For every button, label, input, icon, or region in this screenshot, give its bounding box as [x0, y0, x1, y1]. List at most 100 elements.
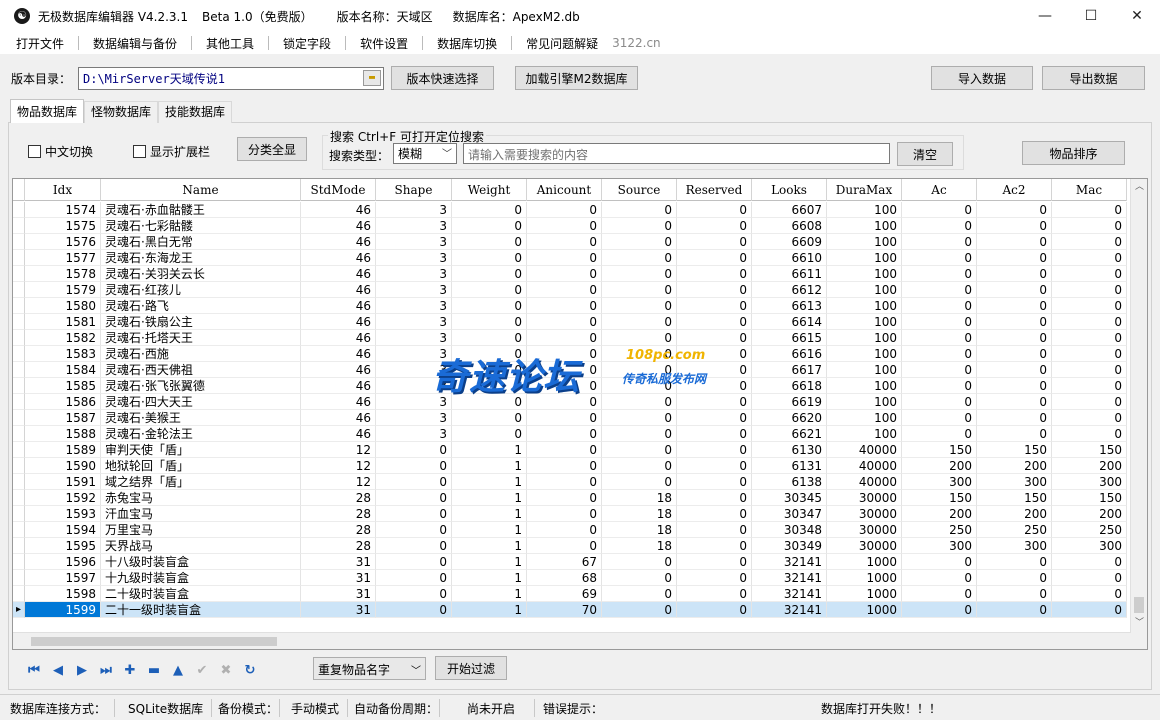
- table-row[interactable]: 1593 汗血宝马 28 0 1 0 18 0 30347 30000 200 200 200: [13, 506, 1131, 522]
- cell-idx[interactable]: 1597: [25, 570, 101, 586]
- cell-stdmode[interactable]: 12: [301, 442, 376, 458]
- cell-stdmode[interactable]: 31: [301, 554, 376, 570]
- cell-shape[interactable]: 3: [376, 346, 452, 362]
- add-record-icon[interactable]: ✚: [118, 660, 142, 680]
- row-selector[interactable]: [13, 586, 25, 602]
- cell-mac[interactable]: 0: [1052, 282, 1127, 298]
- scroll-up-icon[interactable]: ︿: [1131, 179, 1147, 195]
- cell-duramax[interactable]: 100: [827, 378, 902, 394]
- table-row[interactable]: 1598 二十级时装盲盒 31 0 1 69 0 0 32141 1000 0 0 0: [13, 586, 1131, 602]
- cell-reserved[interactable]: 0: [677, 474, 752, 490]
- cell-stdmode[interactable]: 46: [301, 378, 376, 394]
- cell-weight[interactable]: 1: [452, 586, 527, 602]
- cell-duramax[interactable]: 100: [827, 330, 902, 346]
- cell-weight[interactable]: 1: [452, 474, 527, 490]
- cell-ac2[interactable]: 150: [977, 490, 1052, 506]
- cell-source[interactable]: 0: [602, 426, 677, 442]
- cell-shape[interactable]: 3: [376, 314, 452, 330]
- cell-reserved[interactable]: 0: [677, 570, 752, 586]
- cell-ac[interactable]: 0: [902, 602, 977, 618]
- start-filter-button[interactable]: 开始过滤: [435, 656, 507, 680]
- row-selector[interactable]: [13, 218, 25, 234]
- cell-anicount[interactable]: 0: [527, 218, 602, 234]
- cell-shape[interactable]: 0: [376, 586, 452, 602]
- cell-weight[interactable]: 0: [452, 426, 527, 442]
- cell-source[interactable]: 18: [602, 522, 677, 538]
- cell-anicount[interactable]: 0: [527, 490, 602, 506]
- cell-duramax[interactable]: 40000: [827, 442, 902, 458]
- cell-duramax[interactable]: 1000: [827, 554, 902, 570]
- row-selector[interactable]: [13, 554, 25, 570]
- cell-reserved[interactable]: 0: [677, 266, 752, 282]
- cell-ac[interactable]: 0: [902, 394, 977, 410]
- menu-faq[interactable]: 常见问题解疑: [518, 35, 606, 52]
- cell-stdmode[interactable]: 31: [301, 570, 376, 586]
- cell-source[interactable]: 0: [602, 282, 677, 298]
- cell-name[interactable]: 灵魂石·七彩骷髅: [101, 218, 301, 234]
- cell-looks[interactable]: 6607: [752, 202, 827, 218]
- menu-lock-fields[interactable]: 锁定字段: [275, 35, 339, 52]
- close-button[interactable]: ✕: [1114, 0, 1160, 32]
- cell-looks[interactable]: 30349: [752, 538, 827, 554]
- cell-idx[interactable]: 1583: [25, 346, 101, 362]
- cell-looks[interactable]: 6620: [752, 410, 827, 426]
- column-header-weight[interactable]: Weight: [452, 179, 527, 201]
- row-selector[interactable]: [13, 250, 25, 266]
- cell-stdmode[interactable]: 46: [301, 250, 376, 266]
- cell-ac[interactable]: 0: [902, 218, 977, 234]
- cell-looks[interactable]: 32141: [752, 570, 827, 586]
- cell-anicount[interactable]: 68: [527, 570, 602, 586]
- cell-ac[interactable]: 200: [902, 458, 977, 474]
- cell-reserved[interactable]: 0: [677, 506, 752, 522]
- row-selector[interactable]: [13, 426, 25, 442]
- column-header-looks[interactable]: Looks: [752, 179, 827, 201]
- cell-anicount[interactable]: 0: [527, 282, 602, 298]
- refresh-icon[interactable]: ↻: [238, 660, 262, 680]
- show-ext-checkbox[interactable]: 显示扩展栏: [133, 143, 210, 160]
- cell-shape[interactable]: 3: [376, 378, 452, 394]
- column-header-reserved[interactable]: Reserved: [677, 179, 752, 201]
- cell-source[interactable]: 0: [602, 218, 677, 234]
- cell-mac[interactable]: 0: [1052, 346, 1127, 362]
- row-selector[interactable]: [13, 314, 25, 330]
- row-selector[interactable]: [13, 490, 25, 506]
- cell-ac2[interactable]: 250: [977, 522, 1052, 538]
- cell-stdmode[interactable]: 28: [301, 538, 376, 554]
- cell-mac[interactable]: 0: [1052, 234, 1127, 250]
- cell-mac[interactable]: 0: [1052, 410, 1127, 426]
- row-selector[interactable]: [13, 298, 25, 314]
- cell-stdmode[interactable]: 12: [301, 458, 376, 474]
- scroll-down-icon[interactable]: ﹀: [1131, 615, 1147, 631]
- cell-anicount[interactable]: 0: [527, 202, 602, 218]
- table-row[interactable]: 1581 灵魂石·铁扇公主 46 3 0 0 0 0 6614 100 0 0 0: [13, 314, 1131, 330]
- cell-ac2[interactable]: 0: [977, 362, 1052, 378]
- table-row[interactable]: 1587 灵魂石·美猴王 46 3 0 0 0 0 6620 100 0 0 0: [13, 410, 1131, 426]
- cell-ac[interactable]: 150: [902, 442, 977, 458]
- table-row[interactable]: 1582 灵魂石·托塔天王 46 3 0 0 0 0 6615 100 0 0 0: [13, 330, 1131, 346]
- cell-duramax[interactable]: 100: [827, 202, 902, 218]
- cell-shape[interactable]: 3: [376, 202, 452, 218]
- cell-idx[interactable]: 1580: [25, 298, 101, 314]
- cell-duramax[interactable]: 100: [827, 266, 902, 282]
- cell-shape[interactable]: 3: [376, 298, 452, 314]
- column-header-anicount[interactable]: Anicount: [527, 179, 602, 201]
- cell-weight[interactable]: 0: [452, 362, 527, 378]
- item-sort-button[interactable]: 物品排序: [1022, 141, 1125, 165]
- cell-anicount[interactable]: 0: [527, 442, 602, 458]
- cell-anicount[interactable]: 0: [527, 426, 602, 442]
- cell-reserved[interactable]: 0: [677, 554, 752, 570]
- cell-idx[interactable]: 1578: [25, 266, 101, 282]
- cell-looks[interactable]: 6138: [752, 474, 827, 490]
- cell-ac[interactable]: 0: [902, 298, 977, 314]
- column-header-mac[interactable]: Mac: [1052, 179, 1127, 201]
- search-type-select[interactable]: 模糊 ﹀: [393, 143, 457, 164]
- cell-looks[interactable]: 6619: [752, 394, 827, 410]
- cell-ac[interactable]: 0: [902, 330, 977, 346]
- cell-weight[interactable]: 0: [452, 378, 527, 394]
- cell-duramax[interactable]: 100: [827, 394, 902, 410]
- cell-reserved[interactable]: 0: [677, 426, 752, 442]
- cell-anicount[interactable]: 0: [527, 314, 602, 330]
- cell-name[interactable]: 灵魂石·四大天王: [101, 394, 301, 410]
- cell-source[interactable]: 0: [602, 474, 677, 490]
- cell-ac2[interactable]: 300: [977, 474, 1052, 490]
